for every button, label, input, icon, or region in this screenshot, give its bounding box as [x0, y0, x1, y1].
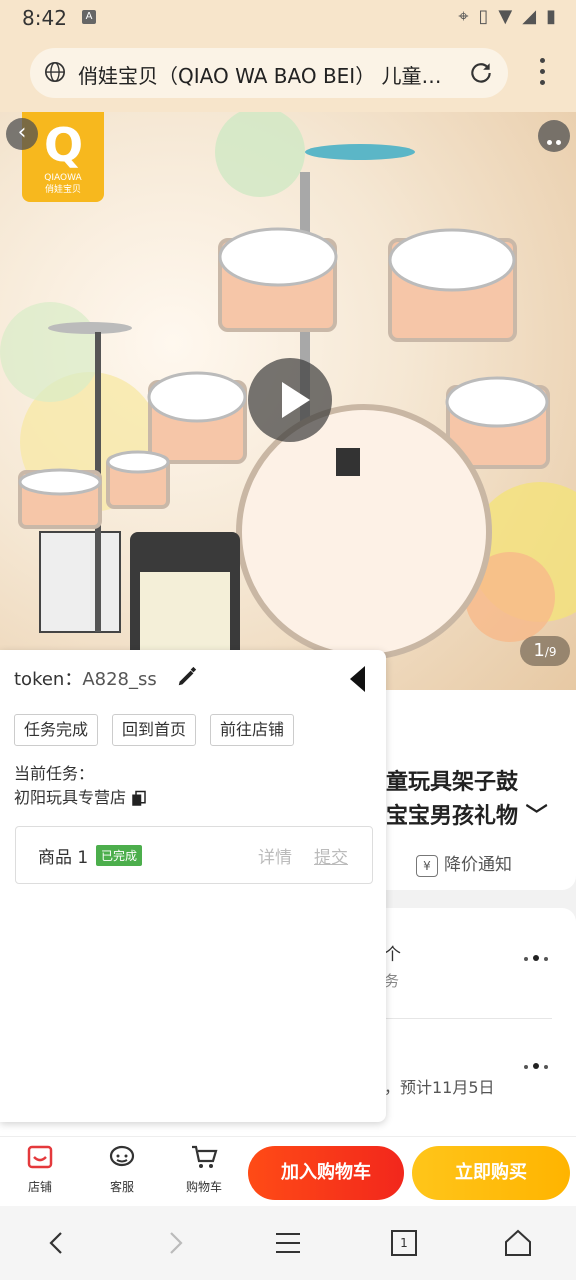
product-image-carousel[interactable]: Q QIAOWA 俏娃宝贝 ‹ 1/9: [0, 112, 576, 690]
task-item-card: 商品 1 已完成 详情 提交: [15, 826, 373, 884]
location-icon: ⌖: [458, 6, 469, 27]
browser-toolbar: 俏娃宝贝（QIAO WA BAO BEI） 儿童…: [0, 36, 576, 112]
nav-menu-icon[interactable]: [273, 1228, 303, 1258]
store-button[interactable]: 店铺: [10, 1143, 70, 1195]
edit-pencil-icon[interactable]: [176, 666, 198, 688]
customer-service-icon: [109, 1145, 135, 1167]
signal-icon: ◢: [522, 6, 537, 27]
nav-forward-icon[interactable]: [160, 1228, 190, 1258]
nav-tabs-icon[interactable]: 1: [389, 1228, 419, 1258]
tab-count: 1: [391, 1230, 417, 1256]
play-video-icon[interactable]: [248, 358, 332, 442]
token-row: token：A828_ss: [14, 665, 157, 691]
back-home-button[interactable]: 回到首页: [112, 714, 197, 746]
service-row-text: 个: [384, 945, 401, 965]
price-notice-button[interactable]: ¥ 降价通知: [416, 850, 512, 877]
system-nav-bar: 1: [0, 1206, 576, 1280]
page-title: 俏娃宝贝（QIAO WA BAO BEI） 儿童…: [78, 64, 442, 88]
token-value: A828_ss: [82, 669, 157, 690]
back-arrow-icon[interactable]: ‹: [6, 118, 38, 150]
vibrate-icon: ▯: [478, 6, 489, 27]
product-title-line2[interactable]: 宝宝男孩礼物 ﹀: [386, 798, 548, 830]
notification-badge-icon: A: [82, 10, 96, 24]
more-dots-icon[interactable]: [524, 1054, 554, 1069]
status-time: 8:42: [22, 6, 67, 30]
status-badge: 已完成: [96, 845, 143, 866]
status-icons: ⌖ ▯ ▼ ◢ ▮: [458, 6, 556, 27]
item-name: 商品 1: [38, 848, 89, 868]
token-label: token：: [14, 669, 83, 690]
service-row-sub: 务: [384, 972, 400, 990]
bottom-action-bar: 店铺 客服 购物车 加入购物车 立即购买: [0, 1136, 576, 1207]
battery-icon: ▮: [546, 6, 556, 27]
logo-letter: Q: [44, 118, 84, 172]
collapse-panel-icon[interactable]: [350, 666, 365, 692]
detail-link[interactable]: 详情: [258, 843, 292, 868]
task-panel: token：A828_ss 任务完成 回到首页 前往店铺 当前任务： 初阳玩具专…: [0, 650, 386, 1122]
cart-icon: [192, 1145, 218, 1168]
nav-back-icon[interactable]: [42, 1228, 72, 1258]
store-icon: [27, 1145, 53, 1169]
cart-button[interactable]: 购物车: [174, 1143, 234, 1195]
more-dots-icon[interactable]: [524, 946, 554, 961]
task-button-row: 任务完成 回到首页 前往店铺: [14, 714, 295, 746]
add-to-cart-button[interactable]: 加入购物车: [248, 1146, 404, 1200]
service-button[interactable]: 客服: [92, 1143, 152, 1195]
kebab-menu-icon[interactable]: [538, 58, 546, 88]
task-complete-button[interactable]: 任务完成: [14, 714, 99, 746]
logo-brand-text: QIAOWA 俏娃宝贝: [22, 172, 104, 196]
go-store-button[interactable]: 前往店铺: [210, 714, 295, 746]
copy-icon[interactable]: [130, 790, 148, 808]
product-title-line1: 童玩具架子鼓: [386, 770, 519, 795]
globe-icon: [45, 62, 65, 82]
wifi-icon: ▼: [498, 6, 513, 27]
current-task-value: 初阳玩具专营店: [14, 788, 127, 807]
price-tag-icon: ¥: [416, 855, 438, 877]
image-counter: 1/9: [520, 636, 570, 666]
submit-link[interactable]: 提交: [314, 843, 348, 868]
address-bar[interactable]: 俏娃宝贝（QIAO WA BAO BEI） 儿童…: [30, 48, 508, 98]
chevron-down-icon[interactable]: ﹀: [518, 804, 548, 829]
nav-home-icon[interactable]: [503, 1228, 533, 1258]
divider: [386, 1018, 552, 1019]
buy-now-button[interactable]: 立即购买: [412, 1146, 570, 1200]
logo-brand-cn: 俏娃宝贝: [44, 185, 81, 195]
more-options-icon[interactable]: [538, 120, 570, 152]
current-task-label: 当前任务：: [14, 764, 95, 783]
delivery-row-text: ，预计11月5日: [384, 1078, 495, 1097]
reload-icon[interactable]: [468, 60, 494, 86]
current-task: 当前任务： 初阳玩具专营店: [14, 762, 148, 810]
store-label: 店铺: [27, 1180, 52, 1194]
logo-brand-en: QIAOWA: [44, 173, 82, 183]
status-bar: 8:42 A ⌖ ▯ ▼ ◢ ▮: [0, 0, 576, 36]
service-label: 客服: [109, 1180, 134, 1194]
cart-label: 购物车: [185, 1180, 222, 1194]
